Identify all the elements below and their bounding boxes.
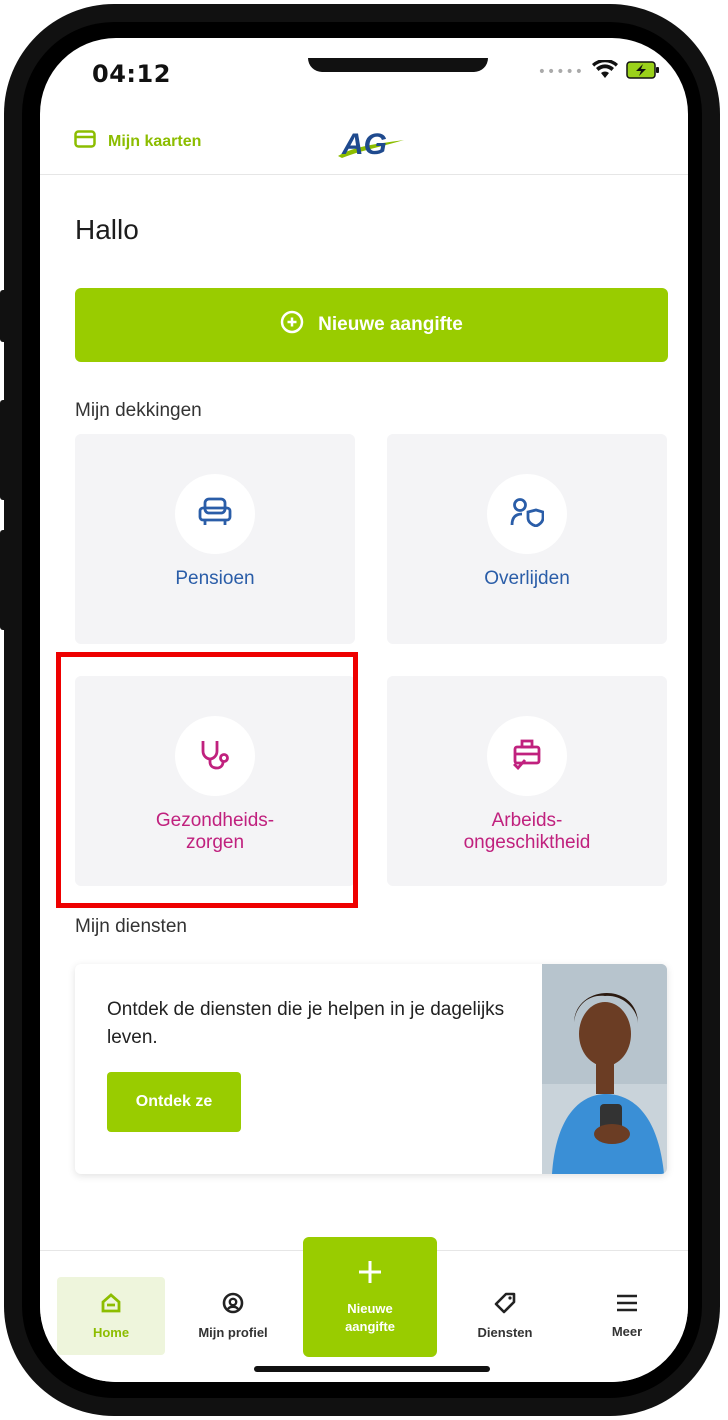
ag-logo: AG [336,126,406,164]
my-cards-link[interactable]: Mijn kaarten [74,130,201,153]
plus-icon [357,1259,383,1290]
tile-label: Arbeids- ongeschiktheid [463,810,591,853]
nav-services-label: Diensten [477,1325,533,1340]
nav-more[interactable]: Meer [573,1277,681,1355]
home-icon [100,1292,122,1317]
highlight-box [56,652,358,908]
greeting-heading: Hallo [75,214,139,245]
phone-side-button [0,290,10,342]
services-card: Ontdek de diensten die je helpen in je d… [75,964,667,1174]
nav-home[interactable]: Home [57,1277,165,1355]
profile-icon [222,1292,244,1317]
nav-services[interactable]: Diensten [451,1277,559,1355]
coverages-title: Mijn dekkingen [75,400,202,421]
services-description: Ontdek de diensten die je helpen in je d… [107,999,505,1048]
nav-my-profile[interactable]: Mijn profiel [179,1277,287,1355]
person-shield-icon [510,497,545,531]
coverage-tile-death[interactable]: Overlijden [387,434,667,644]
phone-notch [308,58,488,72]
nav-home-label: Home [92,1325,130,1340]
signal-icon: ••••• [537,64,584,80]
services-photo [542,964,667,1174]
services-title: Mijn diensten [75,916,187,937]
bottom-navigation: Home Mijn profiel Nieuwe aangifte Dienst… [40,1237,688,1382]
battery-charging-icon [626,60,660,84]
app-header: Mijn kaarten AG [40,118,688,175]
plus-circle-icon [280,310,304,340]
app-screen: 04:12 ••••• Mijn kaarten AG Hallo Nieuwe… [40,38,688,1382]
nav-new-claim[interactable]: Nieuwe aangifte [303,1237,437,1357]
svg-text:AG: AG [341,128,387,160]
nav-more-label: Meer [611,1324,643,1339]
nav-new-claim-label: Nieuwe aangifte [345,1300,395,1334]
tile-icon-circle [175,474,255,554]
tile-icon-circle [487,716,567,796]
status-icons: ••••• [537,58,660,84]
my-cards-label: Mijn kaarten [108,132,202,150]
discover-button[interactable]: Ontdek ze [107,1072,241,1132]
tag-icon [494,1292,516,1317]
card-icon [74,130,96,153]
coverage-tile-pension[interactable]: Pensioen [75,434,355,644]
armchair-icon [198,497,232,531]
briefcase-check-icon [511,738,543,774]
tile-label: Pensioen [175,568,255,589]
new-claim-label: Nieuwe aangifte [318,314,463,335]
phone-volume-up [0,400,10,500]
nav-profile-label: Mijn profiel [198,1325,268,1340]
home-indicator [254,1366,490,1372]
tile-icon-circle [487,474,567,554]
wifi-icon [592,58,618,84]
phone-volume-down [0,530,10,630]
tile-label: Overlijden [484,568,570,589]
status-time: 04:12 [92,60,171,88]
coverage-tile-incapacity[interactable]: Arbeids- ongeschiktheid [387,676,667,886]
new-claim-button[interactable]: Nieuwe aangifte [75,288,668,362]
menu-icon [615,1293,639,1316]
